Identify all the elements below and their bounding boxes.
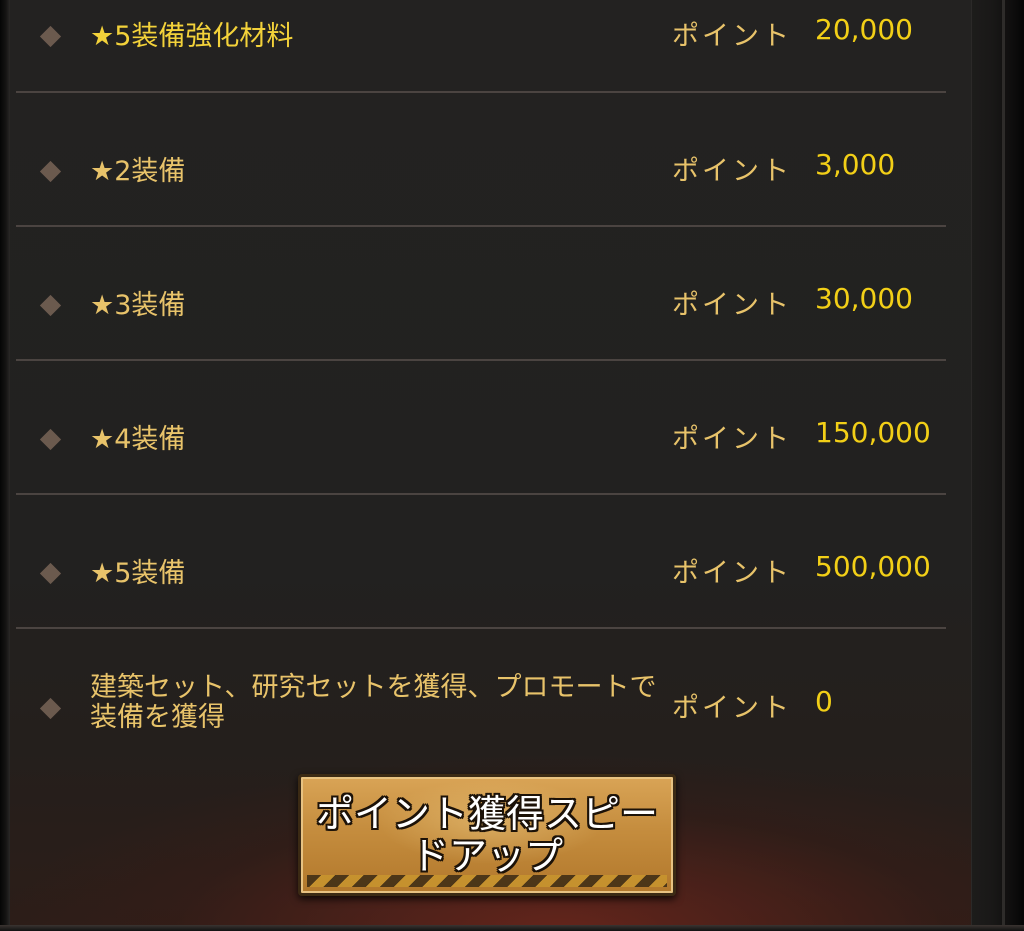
item-label: ★4装備: [90, 424, 186, 455]
point-label: ポイント: [672, 290, 792, 321]
point-value: 150,000: [815, 416, 931, 449]
points-speedup-button[interactable]: ポイント獲得スピードアップ: [298, 774, 676, 896]
diamond-icon: [39, 160, 62, 183]
diamond-icon: [39, 294, 62, 317]
point-label: ポイント: [672, 21, 792, 52]
point-label: ポイント: [672, 558, 792, 589]
list-item: ★2装備 ポイント 3,000: [16, 93, 946, 227]
point-label: ポイント: [672, 693, 792, 724]
points-panel: ★5装備強化材料 ポイント 20,000 ★2装備 ポイント 3,000 ★3装…: [0, 0, 1024, 931]
speedup-button-label: ポイント獲得スピードアップ: [315, 792, 658, 878]
scrollbar-track[interactable]: [971, 0, 1024, 931]
diamond-icon: [39, 25, 62, 48]
diamond-icon: [39, 697, 62, 720]
diamond-icon: [39, 428, 62, 451]
point-label: ポイント: [672, 156, 792, 187]
panel-left-border: [0, 0, 10, 931]
list-item: 建築セット、研究セットを獲得、プロモートで装備を獲得 ポイント 0: [16, 629, 946, 759]
item-label: ★5装備: [90, 558, 186, 589]
list-item: ★3装備 ポイント 30,000: [16, 227, 946, 361]
point-value: 20,000: [815, 13, 913, 46]
item-label: ★2装備: [90, 156, 186, 187]
point-label: ポイント: [672, 424, 792, 455]
list-item: ★5装備 ポイント 500,000: [16, 495, 946, 629]
point-value: 0: [815, 685, 833, 718]
point-value: 30,000: [815, 282, 913, 315]
point-value: 500,000: [815, 550, 931, 583]
point-value: 3,000: [815, 148, 896, 181]
diamond-icon: [39, 562, 62, 585]
list-item: ★5装備強化材料 ポイント 20,000: [16, 0, 946, 93]
panel-bottom-border: [0, 925, 1024, 931]
list-item: ★4装備 ポイント 150,000: [16, 361, 946, 495]
item-label: ★3装備: [90, 290, 186, 321]
item-label: ★5装備強化材料: [90, 21, 294, 52]
item-label: 建築セット、研究セットを獲得、プロモートで装備を獲得: [90, 672, 657, 733]
